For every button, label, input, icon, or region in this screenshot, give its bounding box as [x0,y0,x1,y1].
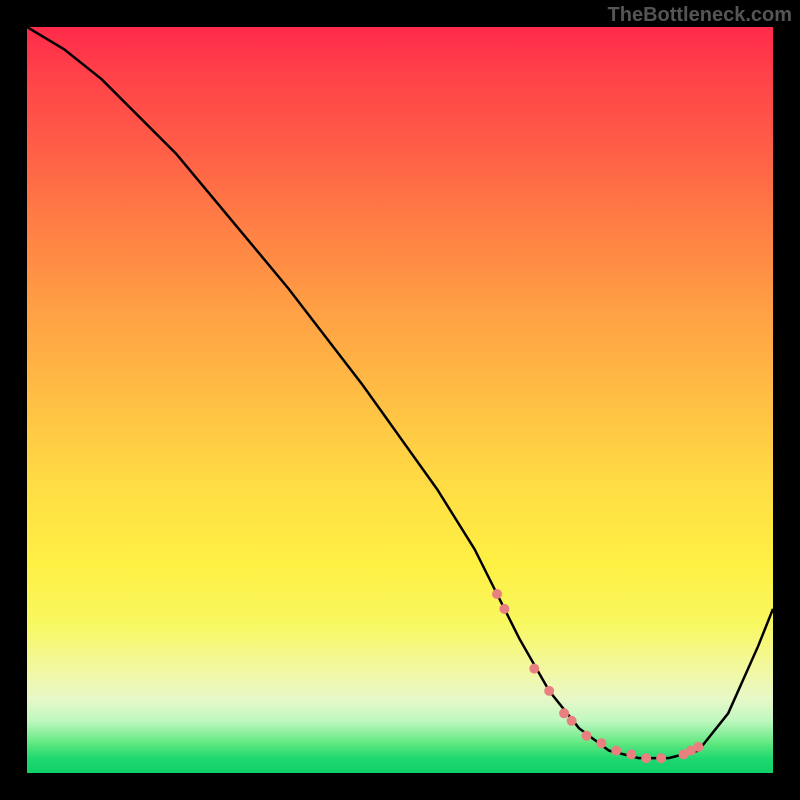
plot-area [27,27,773,773]
marker-dot [582,731,592,741]
marker-dots [492,589,703,763]
marker-dot [544,686,554,696]
marker-dot [693,742,703,752]
watermark-text: TheBottleneck.com [608,4,792,27]
marker-dot [596,738,606,748]
marker-dot [611,746,621,756]
bottleneck-curve [27,27,773,758]
marker-dot [559,708,569,718]
marker-dot [529,664,539,674]
marker-dot [626,749,636,759]
marker-dot [499,604,509,614]
marker-dot [492,589,502,599]
chart-svg [27,27,773,773]
marker-dot [656,753,666,763]
marker-dot [567,716,577,726]
marker-dot [641,753,651,763]
